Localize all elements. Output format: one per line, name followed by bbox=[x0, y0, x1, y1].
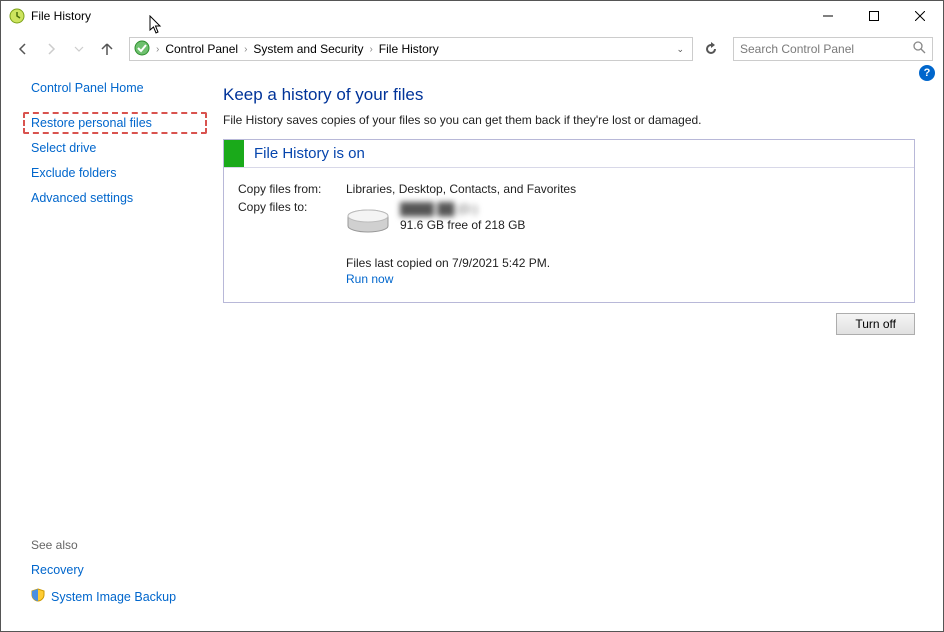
see-also-label: See also bbox=[31, 538, 199, 552]
search-box[interactable] bbox=[733, 37, 933, 61]
status-on-indicator bbox=[224, 140, 244, 167]
window-controls bbox=[805, 1, 943, 31]
search-input[interactable] bbox=[740, 42, 913, 56]
control-panel-icon bbox=[134, 40, 150, 59]
status-header: File History is on bbox=[224, 140, 914, 168]
breadcrumb-system-security[interactable]: System and Security bbox=[251, 42, 365, 56]
last-copied-text: Files last copied on 7/9/2021 5:42 PM. bbox=[346, 256, 900, 270]
copy-to-label: Copy files to: bbox=[238, 200, 346, 238]
forward-button[interactable] bbox=[39, 37, 63, 61]
drive-name: ████ ██ (D:) bbox=[400, 202, 525, 216]
copy-from-label: Copy files from: bbox=[238, 182, 346, 196]
file-history-icon bbox=[9, 8, 25, 24]
refresh-button[interactable] bbox=[699, 37, 723, 61]
select-drive-link[interactable]: Select drive bbox=[31, 141, 199, 155]
restore-personal-files-link[interactable]: Restore personal files bbox=[31, 116, 152, 130]
breadcrumb-control-panel[interactable]: Control Panel bbox=[163, 42, 240, 56]
breadcrumb-file-history[interactable]: File History bbox=[377, 42, 441, 56]
breadcrumb-sep: › bbox=[365, 44, 376, 55]
breadcrumb-sep: › bbox=[240, 44, 251, 55]
sidebar: Control Panel Home Restore personal file… bbox=[1, 67, 211, 631]
page-subtext: File History saves copies of your files … bbox=[223, 113, 915, 127]
maximize-button[interactable] bbox=[851, 1, 897, 31]
hard-drive-icon bbox=[346, 208, 390, 238]
drive-free-space: 91.6 GB free of 218 GB bbox=[400, 218, 525, 232]
shield-icon bbox=[31, 588, 45, 605]
status-panel: File History is on Copy files from: Libr… bbox=[223, 139, 915, 303]
up-button[interactable] bbox=[95, 37, 119, 61]
window-title: File History bbox=[31, 9, 91, 23]
titlebar: File History bbox=[1, 1, 943, 31]
exclude-folders-link[interactable]: Exclude folders bbox=[31, 166, 199, 180]
minimize-button[interactable] bbox=[805, 1, 851, 31]
turn-off-button[interactable]: Turn off bbox=[836, 313, 915, 335]
breadcrumb-sep: › bbox=[152, 44, 163, 55]
recent-dropdown[interactable] bbox=[67, 37, 91, 61]
main-content: ? Keep a history of your files File Hist… bbox=[211, 67, 943, 631]
copy-from-value: Libraries, Desktop, Contacts, and Favori… bbox=[346, 182, 576, 196]
address-dropdown[interactable]: ⌄ bbox=[672, 44, 688, 55]
navigation-bar: › Control Panel › System and Security › … bbox=[1, 33, 943, 65]
run-now-link[interactable]: Run now bbox=[346, 272, 393, 286]
help-icon[interactable]: ? bbox=[919, 65, 935, 81]
close-button[interactable] bbox=[897, 1, 943, 31]
status-title: File History is on bbox=[254, 145, 365, 162]
restore-highlight: Restore personal files bbox=[23, 112, 207, 134]
recovery-link[interactable]: Recovery bbox=[31, 563, 199, 577]
search-icon bbox=[913, 41, 926, 57]
control-panel-home-link[interactable]: Control Panel Home bbox=[31, 81, 199, 95]
address-bar[interactable]: › Control Panel › System and Security › … bbox=[129, 37, 693, 61]
back-button[interactable] bbox=[11, 37, 35, 61]
page-heading: Keep a history of your files bbox=[223, 85, 915, 105]
advanced-settings-link[interactable]: Advanced settings bbox=[31, 191, 199, 205]
system-image-backup-link[interactable]: System Image Backup bbox=[51, 590, 176, 604]
